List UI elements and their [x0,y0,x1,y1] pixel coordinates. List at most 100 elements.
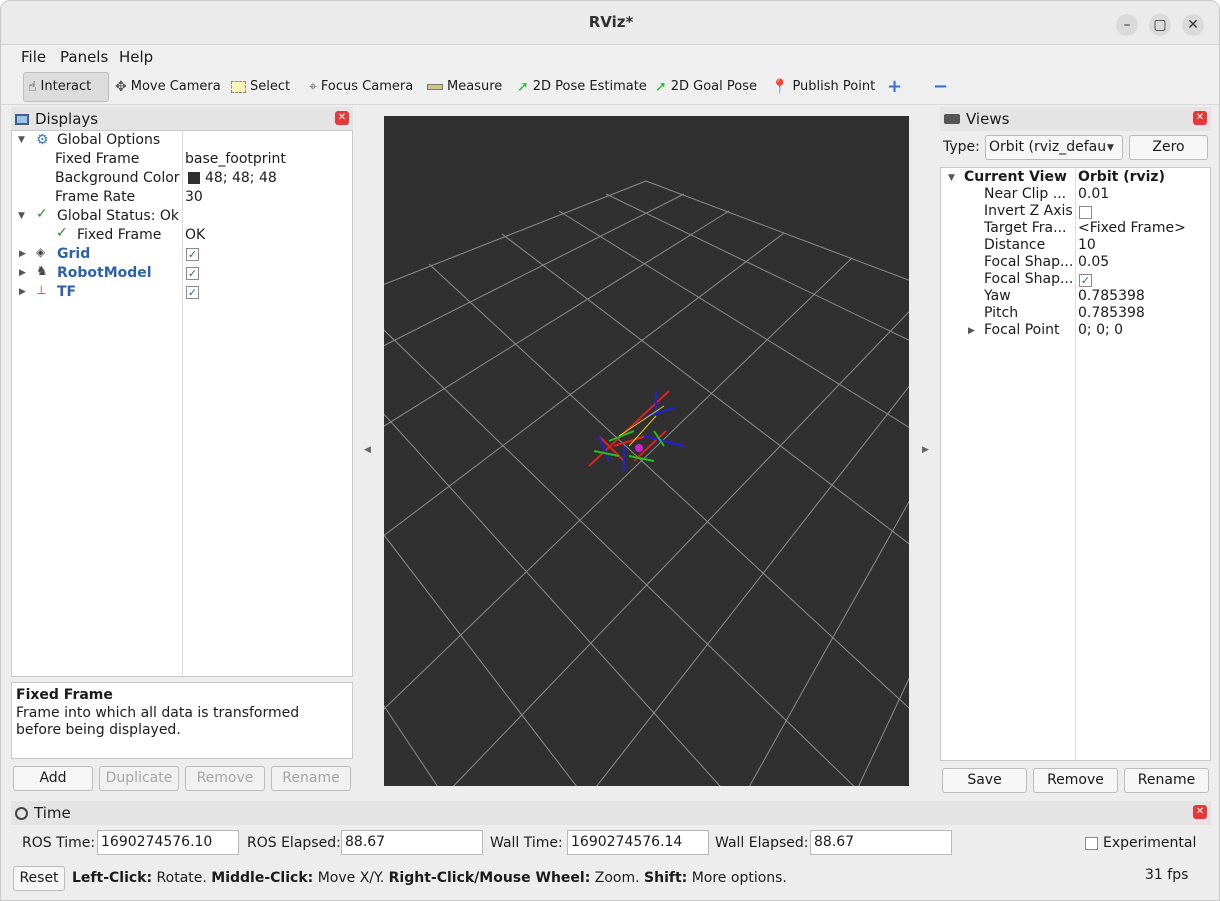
left-splitter-arrow-icon[interactable]: ◀ [364,445,371,455]
pose-estimate-tool-button[interactable]: ➚ 2D Pose Estimate [513,72,651,102]
views-title: Views [966,110,1010,128]
tf-frames [588,390,685,471]
remove-view-button[interactable]: Remove [1033,768,1118,793]
publish-point-tool-button[interactable]: 📍 Publish Point [767,72,879,102]
map-pin-icon: 📍 [771,79,789,95]
checkmark-icon: ✓ [56,225,68,241]
checkmark-icon: ✓ [36,206,48,222]
hint-right-click: Right-Click/Mouse Wheel: [388,870,591,886]
ros-elapsed-field[interactable]: 88.67 [341,830,483,855]
chevron-down-icon: ▼ [1107,143,1114,153]
menu-help[interactable]: Help [119,48,153,66]
reset-button[interactable]: Reset [13,866,65,891]
frame-rate-label[interactable]: Frame Rate [55,188,135,207]
views-close-icon[interactable]: ✕ [1193,111,1207,125]
grid-lines [303,180,1005,797]
grid-checkbox[interactable]: ✓ [186,248,199,261]
focal-shape-fixed-checkbox[interactable]: ✓ [1079,274,1092,287]
select-tool-button[interactable]: Select [227,72,294,102]
crosshair-icon: ⌖ [309,79,317,95]
ros-time-label: ROS Time: [22,835,96,851]
global-status-label[interactable]: Global Status: Ok [57,207,179,226]
move-camera-label: Move Camera [130,79,221,94]
interact-tool-button[interactable]: ☝ Interact [23,72,109,102]
tf-checkbox[interactable]: ✓ [186,286,199,299]
collapse-arrow-icon[interactable]: ▶ [19,268,26,278]
measure-tool-button[interactable]: Measure [423,72,506,102]
collapse-arrow-icon[interactable]: ▶ [19,249,26,259]
status-fixed-frame-label[interactable]: Fixed Frame [77,226,161,245]
zero-button[interactable]: Zero [1129,135,1208,160]
green-arrow-icon: ➚ [517,79,529,95]
interact-label: Interact [40,79,92,94]
focal-point-label[interactable]: Focal Point [984,322,1060,341]
hint-right-click-text: Zoom. [590,870,645,886]
view-type-label: Type: [943,139,980,155]
display-item-tf[interactable]: TF [57,283,76,302]
wall-elapsed-field[interactable]: 88.67 [810,830,952,855]
ros-time-field[interactable]: 1690274576.10 [97,830,239,855]
expand-arrow-icon[interactable]: ▼ [18,211,25,221]
focus-camera-tool-button[interactable]: ⌖ Focus Camera [305,72,417,102]
global-options-label[interactable]: Global Options [57,131,160,150]
displays-close-icon[interactable]: ✕ [335,111,349,125]
collapse-arrow-icon[interactable]: ▶ [19,287,26,297]
save-view-button[interactable]: Save [942,768,1027,793]
near-clip-value[interactable]: 0.01 [1078,186,1109,205]
background-color-value[interactable]: 48; 48; 48 [205,169,277,188]
hint-shift-text: More options. [687,870,787,886]
render-viewport[interactable] [303,116,1005,797]
experimental-checkbox[interactable] [1085,837,1098,850]
rename-view-button[interactable]: Rename [1124,768,1209,793]
views-header: Views [940,107,1211,131]
view-type-select[interactable]: Orbit (rviz_defau [985,135,1123,160]
move-camera-tool-button[interactable]: ✥ Move Camera [111,72,225,102]
rviz-window: RViz* – ▢ ✕ File Panels Help ☝ Interact … [0,0,1220,901]
publish-point-label: Publish Point [792,79,876,94]
goal-pose-tool-button[interactable]: ➚ 2D Goal Pose [651,72,761,102]
hand-pointer-icon: ☝ [28,79,37,95]
menu-panels[interactable]: Panels [60,48,108,66]
remove-display-button[interactable]: Remove [185,766,265,791]
menu-bar: File Panels Help [1,45,1219,69]
add-tool-button[interactable]: + [883,72,906,102]
collapse-arrow-icon[interactable]: ▶ [968,326,975,336]
right-splitter-arrow-icon[interactable]: ▶ [922,445,929,455]
invert-z-checkbox[interactable] [1079,206,1092,219]
hint-left-click-text: Rotate. [152,870,212,886]
wall-time-field[interactable]: 1690274576.14 [567,830,709,855]
monitor-icon [15,113,29,125]
description-title: Fixed Frame [16,687,113,703]
grid-icon: ◈ [36,245,46,259]
status-fixed-frame-value[interactable]: OK [185,226,205,245]
time-title: Time [34,804,71,822]
background-color-label[interactable]: Background Color [55,169,180,188]
ruler-icon [427,84,443,90]
menu-file[interactable]: File [21,48,46,66]
remove-tool-button[interactable]: − [929,72,952,102]
duplicate-display-button[interactable]: Duplicate [99,766,179,791]
fixed-frame-label[interactable]: Fixed Frame [55,150,139,169]
fps-counter: 31 fps [1145,867,1189,883]
maximize-button[interactable]: ▢ [1149,14,1171,36]
wall-elapsed-label: Wall Elapsed: [715,835,809,851]
display-item-grid[interactable]: Grid [57,245,90,264]
robotmodel-checkbox[interactable]: ✓ [186,267,199,280]
view-properties-tree: ▼ Current View Orbit (rviz) Near Clip ..… [940,167,1211,761]
rename-display-button[interactable]: Rename [271,766,351,791]
expand-arrow-icon[interactable]: ▼ [948,173,955,183]
expand-arrow-icon[interactable]: ▼ [18,135,25,145]
display-item-robotmodel[interactable]: RobotModel [57,264,152,283]
close-button[interactable]: ✕ [1182,14,1204,36]
time-close-icon[interactable]: ✕ [1193,805,1207,819]
focal-point-value[interactable]: 0; 0; 0 [1078,322,1123,341]
ros-elapsed-label: ROS Elapsed: [247,835,341,851]
column-divider [1075,168,1076,760]
hint-middle-click-text: Move X/Y. [313,870,389,886]
minimize-button[interactable]: – [1116,14,1138,36]
fixed-frame-value[interactable]: base_footprint [185,150,286,169]
frame-rate-value[interactable]: 30 [185,188,203,207]
focal-shape-size-value[interactable]: 0.05 [1078,254,1109,273]
add-display-button[interactable]: Add [13,766,93,791]
robot-icon: ♞ [36,264,48,279]
